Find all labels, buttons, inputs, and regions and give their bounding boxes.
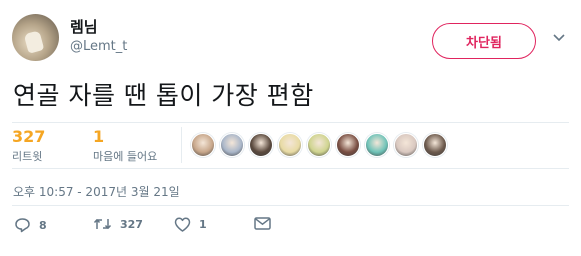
reply-count: 8 <box>39 218 47 232</box>
direct-message-button[interactable] <box>254 217 271 230</box>
stats-divider <box>181 127 182 163</box>
liker-avatar[interactable] <box>394 133 418 157</box>
liker-avatar[interactable] <box>336 133 360 157</box>
display-name[interactable]: 렘님 <box>70 16 98 37</box>
reply-button[interactable]: 8 <box>14 217 47 233</box>
liker-avatar[interactable] <box>249 133 273 157</box>
liker-avatar[interactable] <box>278 133 302 157</box>
divider <box>12 205 569 206</box>
like-label[interactable]: 마음에 들어요 <box>93 148 157 164</box>
like-button[interactable]: 1 <box>174 217 207 232</box>
blocked-button[interactable]: 차단됨 <box>432 23 536 59</box>
chevron-down-icon[interactable] <box>553 33 565 43</box>
envelope-icon <box>254 217 271 230</box>
liker-avatar[interactable] <box>423 133 447 157</box>
liker-avatar[interactable] <box>307 133 331 157</box>
like-action-count: 1 <box>199 218 207 231</box>
retweet-action-count: 327 <box>120 217 143 231</box>
liker-avatars <box>191 133 447 157</box>
divider <box>12 168 569 169</box>
timestamp[interactable]: 오후 10:57 - 2017년 3월 21일 <box>13 183 180 200</box>
liker-avatar[interactable] <box>220 133 244 157</box>
heart-icon <box>174 217 191 232</box>
retweet-button[interactable]: 327 <box>93 217 143 231</box>
retweet-count[interactable]: 327 <box>12 127 45 146</box>
user-handle[interactable]: @Lemt_t <box>70 39 127 54</box>
liker-avatar[interactable] <box>191 133 215 157</box>
liker-avatar[interactable] <box>365 133 389 157</box>
retweet-label[interactable]: 리트윗 <box>12 148 42 164</box>
like-count[interactable]: 1 <box>93 127 104 146</box>
retweet-icon <box>93 219 112 229</box>
reply-icon <box>15 218 30 233</box>
tweet-text: 연골 자를 땐 톱이 가장 편함 <box>13 81 314 110</box>
avatar[interactable] <box>12 14 59 61</box>
divider <box>12 122 569 123</box>
